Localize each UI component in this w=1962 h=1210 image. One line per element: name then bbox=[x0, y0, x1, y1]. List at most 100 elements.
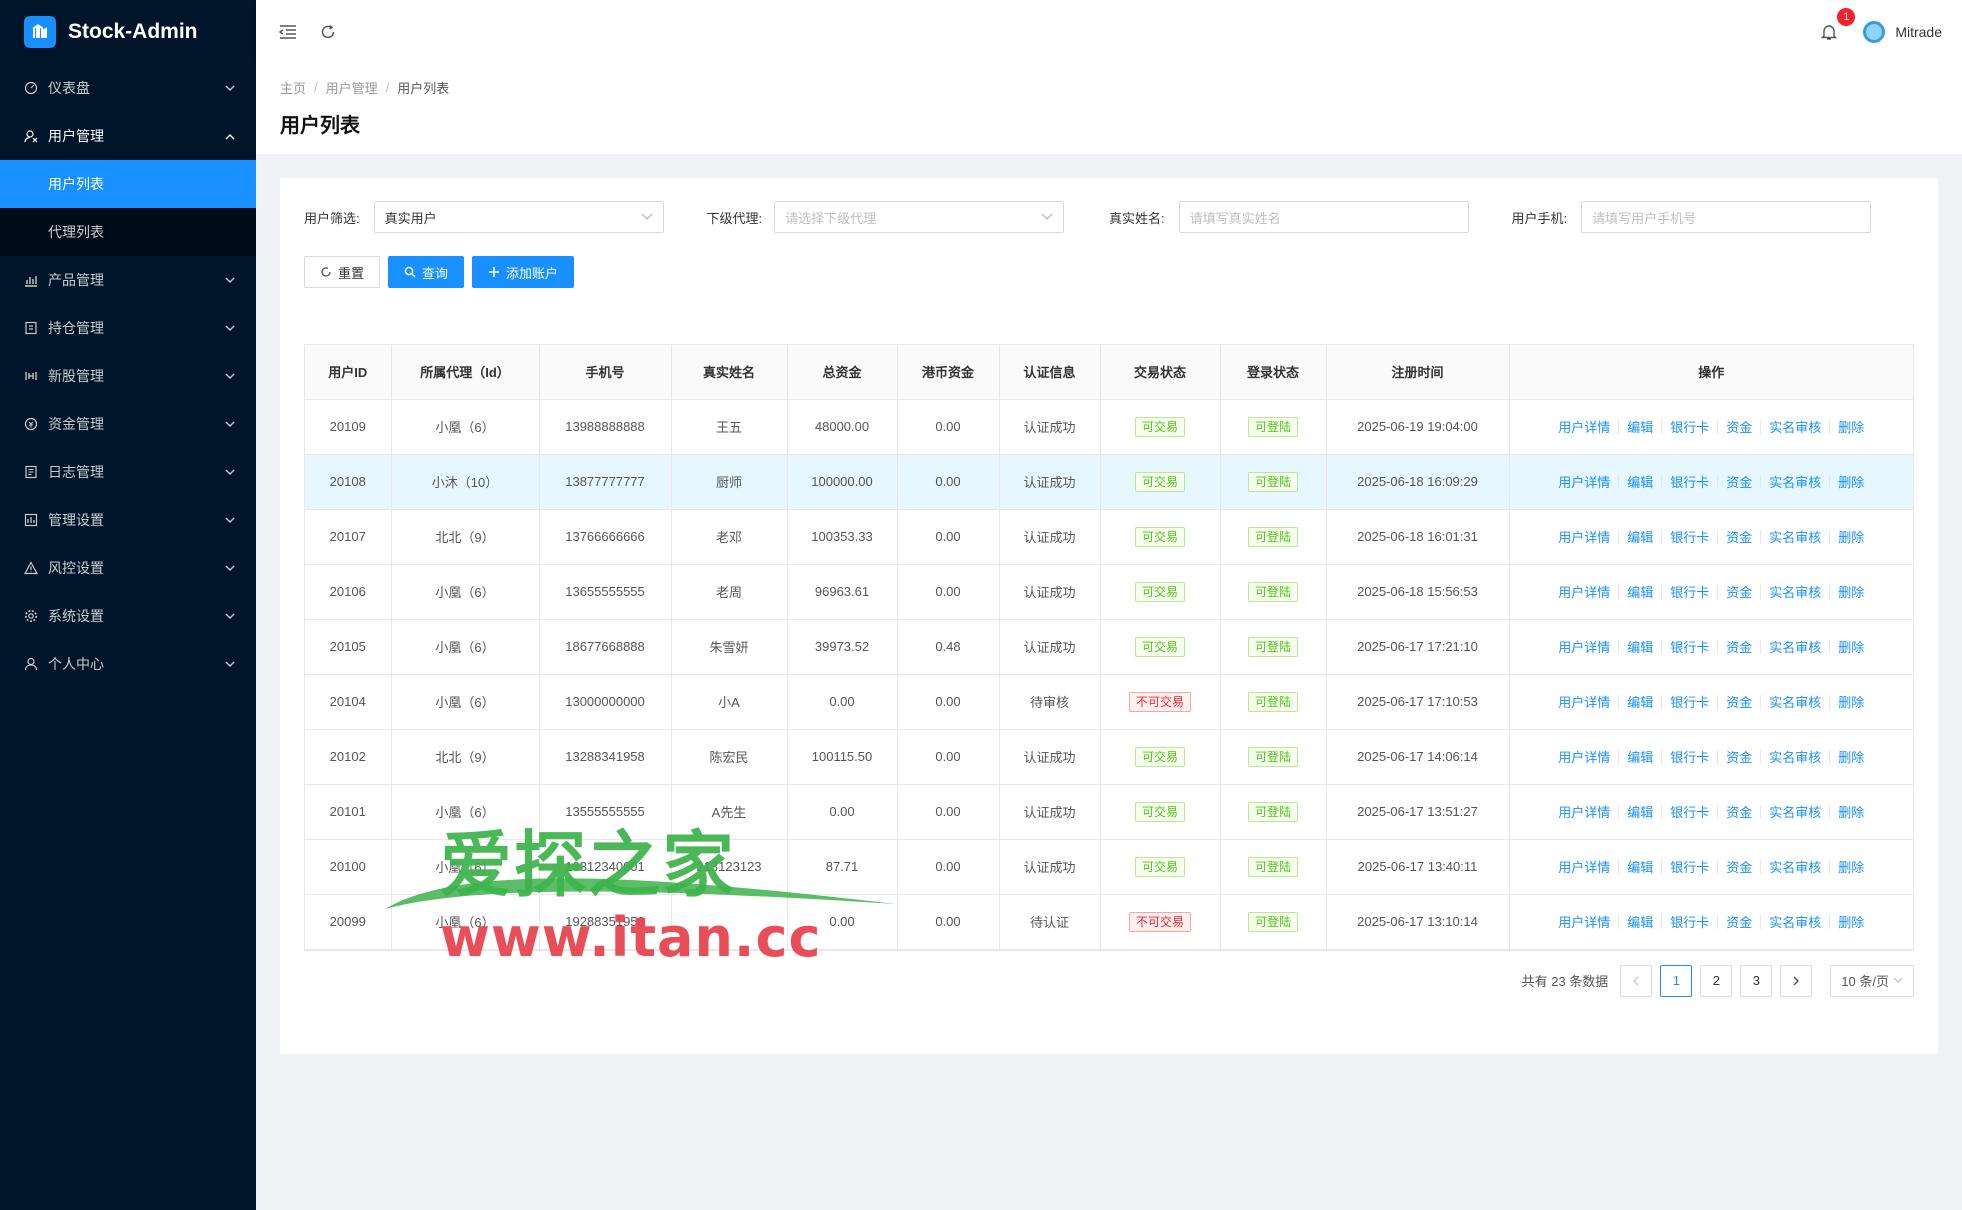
table-row[interactable]: 20104 小凰（6） 13000000000 小A 0.00 0.00 待审核 不可交易 可登… bbox=[305, 674, 1913, 730]
user-detail-link[interactable]: 用户详情 bbox=[1558, 637, 1610, 656]
funds-link[interactable]: 资金 bbox=[1726, 747, 1752, 766]
user-detail-link[interactable]: 用户详情 bbox=[1558, 472, 1610, 491]
delete-link[interactable]: 删除 bbox=[1838, 637, 1864, 656]
sidebar-item[interactable]: 日志管理 bbox=[0, 448, 256, 496]
user-detail-link[interactable]: 用户详情 bbox=[1558, 527, 1610, 546]
sidebar-subitem[interactable]: 代理列表 bbox=[0, 208, 256, 256]
verify-link[interactable]: 实名审核 bbox=[1769, 472, 1821, 491]
table-row[interactable]: 20106 小凰（6） 13655555555 老周 96963.61 0.00 认证成功 可… bbox=[305, 564, 1913, 620]
user-detail-link[interactable]: 用户详情 bbox=[1558, 747, 1610, 766]
user-detail-link[interactable]: 用户详情 bbox=[1558, 582, 1610, 601]
brand[interactable]: Stock-Admin bbox=[0, 0, 256, 64]
user-detail-link[interactable]: 用户详情 bbox=[1558, 912, 1610, 931]
verify-link[interactable]: 实名审核 bbox=[1769, 582, 1821, 601]
funds-link[interactable]: 资金 bbox=[1726, 912, 1752, 931]
avatar[interactable] bbox=[1863, 21, 1886, 43]
delete-link[interactable]: 删除 bbox=[1838, 527, 1864, 546]
breadcrumb-home[interactable]: 主页 bbox=[280, 78, 306, 97]
delete-link[interactable]: 删除 bbox=[1838, 912, 1864, 931]
table-row[interactable]: 20101 小凰（6） 13555555555 A先生 0.00 0.00 认证成功 可交易可… bbox=[305, 784, 1913, 840]
user-filter-select[interactable]: 真实用户 bbox=[373, 201, 664, 233]
sidebar-item[interactable]: 新股管理 bbox=[0, 352, 256, 400]
table-row[interactable]: 20100 小凰（6） 13312340001 213123123 87.71 0.00 认… bbox=[305, 839, 1913, 895]
delete-link[interactable]: 删除 bbox=[1838, 747, 1864, 766]
delete-link[interactable]: 删除 bbox=[1838, 857, 1864, 876]
verify-link[interactable]: 实名审核 bbox=[1769, 692, 1821, 711]
search-button[interactable]: 查询 bbox=[388, 256, 465, 288]
funds-link[interactable]: 资金 bbox=[1726, 527, 1752, 546]
verify-link[interactable]: 实名审核 bbox=[1769, 527, 1821, 546]
next-page-button[interactable] bbox=[1780, 964, 1813, 997]
sidebar-item[interactable]: 个人中心 bbox=[0, 640, 256, 688]
delete-link[interactable]: 删除 bbox=[1838, 417, 1864, 436]
delete-link[interactable]: 删除 bbox=[1838, 472, 1864, 491]
table-row[interactable]: 20099 小凰（6） 19288351958 0.00 0.00 待认证 不可交易 可登陆 2… bbox=[305, 894, 1913, 950]
funds-link[interactable]: 资金 bbox=[1726, 802, 1752, 821]
edit-link[interactable]: 编辑 bbox=[1627, 472, 1653, 491]
user-detail-link[interactable]: 用户详情 bbox=[1558, 857, 1610, 876]
reset-button[interactable]: 重置 bbox=[304, 256, 381, 288]
funds-link[interactable]: 资金 bbox=[1726, 582, 1752, 601]
delete-link[interactable]: 删除 bbox=[1838, 802, 1864, 821]
sidebar-item[interactable]: 系统设置 bbox=[0, 592, 256, 640]
sidebar-item[interactable]: 管理设置 bbox=[0, 496, 256, 544]
user-detail-link[interactable]: 用户详情 bbox=[1558, 692, 1610, 711]
breadcrumb-section[interactable]: 用户管理 bbox=[326, 78, 378, 97]
page-number-button[interactable]: 2 bbox=[1700, 964, 1733, 997]
edit-link[interactable]: 编辑 bbox=[1627, 912, 1653, 931]
edit-link[interactable]: 编辑 bbox=[1627, 417, 1653, 436]
edit-link[interactable]: 编辑 bbox=[1627, 527, 1653, 546]
sidebar-item[interactable]: 用户管理 bbox=[0, 112, 256, 160]
table-row[interactable]: 20102 北北（9） 13288341958 陈宏民 100115.50 0.00 认证成… bbox=[305, 729, 1913, 785]
sidebar-subitem[interactable]: 用户列表 bbox=[0, 160, 256, 208]
bank-card-link[interactable]: 银行卡 bbox=[1670, 802, 1709, 821]
notification-button[interactable]: 1 bbox=[1817, 8, 1856, 44]
edit-link[interactable]: 编辑 bbox=[1627, 582, 1653, 601]
page-number-button[interactable]: 1 bbox=[1660, 964, 1693, 997]
table-row[interactable]: 20107 北北（9） 13766666666 老邓 100353.33 0.00 认证成功… bbox=[305, 509, 1913, 565]
verify-link[interactable]: 实名审核 bbox=[1769, 637, 1821, 656]
funds-link[interactable]: 资金 bbox=[1726, 692, 1752, 711]
user-detail-link[interactable]: 用户详情 bbox=[1558, 802, 1610, 821]
add-account-button[interactable]: 添加账户 bbox=[472, 256, 575, 288]
table-row[interactable]: 20105 小凰（6） 18677668888 朱雪妍 39973.52 0.48 认证成功… bbox=[305, 619, 1913, 675]
edit-link[interactable]: 编辑 bbox=[1627, 857, 1653, 876]
edit-link[interactable]: 编辑 bbox=[1627, 802, 1653, 821]
sidebar-item[interactable]: 持仓管理 bbox=[0, 304, 256, 352]
delete-link[interactable]: 删除 bbox=[1838, 692, 1864, 711]
refresh-button[interactable] bbox=[308, 12, 348, 52]
bank-card-link[interactable]: 银行卡 bbox=[1670, 857, 1709, 876]
agent-select[interactable]: 请选择下级代理 bbox=[774, 201, 1065, 233]
funds-link[interactable]: 资金 bbox=[1726, 637, 1752, 656]
bank-card-link[interactable]: 银行卡 bbox=[1670, 527, 1709, 546]
real-name-input[interactable]: 请填写真实姓名 bbox=[1178, 201, 1469, 233]
edit-link[interactable]: 编辑 bbox=[1627, 692, 1653, 711]
sidebar-item[interactable]: 仪表盘 bbox=[0, 64, 256, 112]
verify-link[interactable]: 实名审核 bbox=[1769, 802, 1821, 821]
delete-link[interactable]: 删除 bbox=[1838, 582, 1864, 601]
bank-card-link[interactable]: 银行卡 bbox=[1670, 472, 1709, 491]
verify-link[interactable]: 实名审核 bbox=[1769, 747, 1821, 766]
bank-card-link[interactable]: 银行卡 bbox=[1670, 582, 1709, 601]
page-number-button[interactable]: 3 bbox=[1740, 964, 1773, 997]
bank-card-link[interactable]: 银行卡 bbox=[1670, 692, 1709, 711]
edit-link[interactable]: 编辑 bbox=[1627, 747, 1653, 766]
edit-link[interactable]: 编辑 bbox=[1627, 637, 1653, 656]
funds-link[interactable]: 资金 bbox=[1726, 417, 1752, 436]
bank-card-link[interactable]: 银行卡 bbox=[1670, 637, 1709, 656]
sidebar-item[interactable]: 风控设置 bbox=[0, 544, 256, 592]
bank-card-link[interactable]: 银行卡 bbox=[1670, 912, 1709, 931]
user-detail-link[interactable]: 用户详情 bbox=[1558, 417, 1610, 436]
sidebar-item[interactable]: 产品管理 bbox=[0, 256, 256, 304]
bank-card-link[interactable]: 银行卡 bbox=[1670, 747, 1709, 766]
user-name[interactable]: Mitrade bbox=[1895, 24, 1942, 40]
menu-fold-button[interactable] bbox=[268, 12, 308, 52]
funds-link[interactable]: 资金 bbox=[1726, 857, 1752, 876]
sidebar-item[interactable]: 资金管理 bbox=[0, 400, 256, 448]
bank-card-link[interactable]: 银行卡 bbox=[1670, 417, 1709, 436]
table-row[interactable]: 20108 小沐（10） 13877777777 厨师 100000.00 0.00 认证成… bbox=[305, 454, 1913, 510]
verify-link[interactable]: 实名审核 bbox=[1769, 857, 1821, 876]
verify-link[interactable]: 实名审核 bbox=[1769, 417, 1821, 436]
verify-link[interactable]: 实名审核 bbox=[1769, 912, 1821, 931]
table-row[interactable]: 20109 小凰（6） 13988888888 王五 48000.00 0.00 认证成功 可… bbox=[305, 399, 1913, 455]
